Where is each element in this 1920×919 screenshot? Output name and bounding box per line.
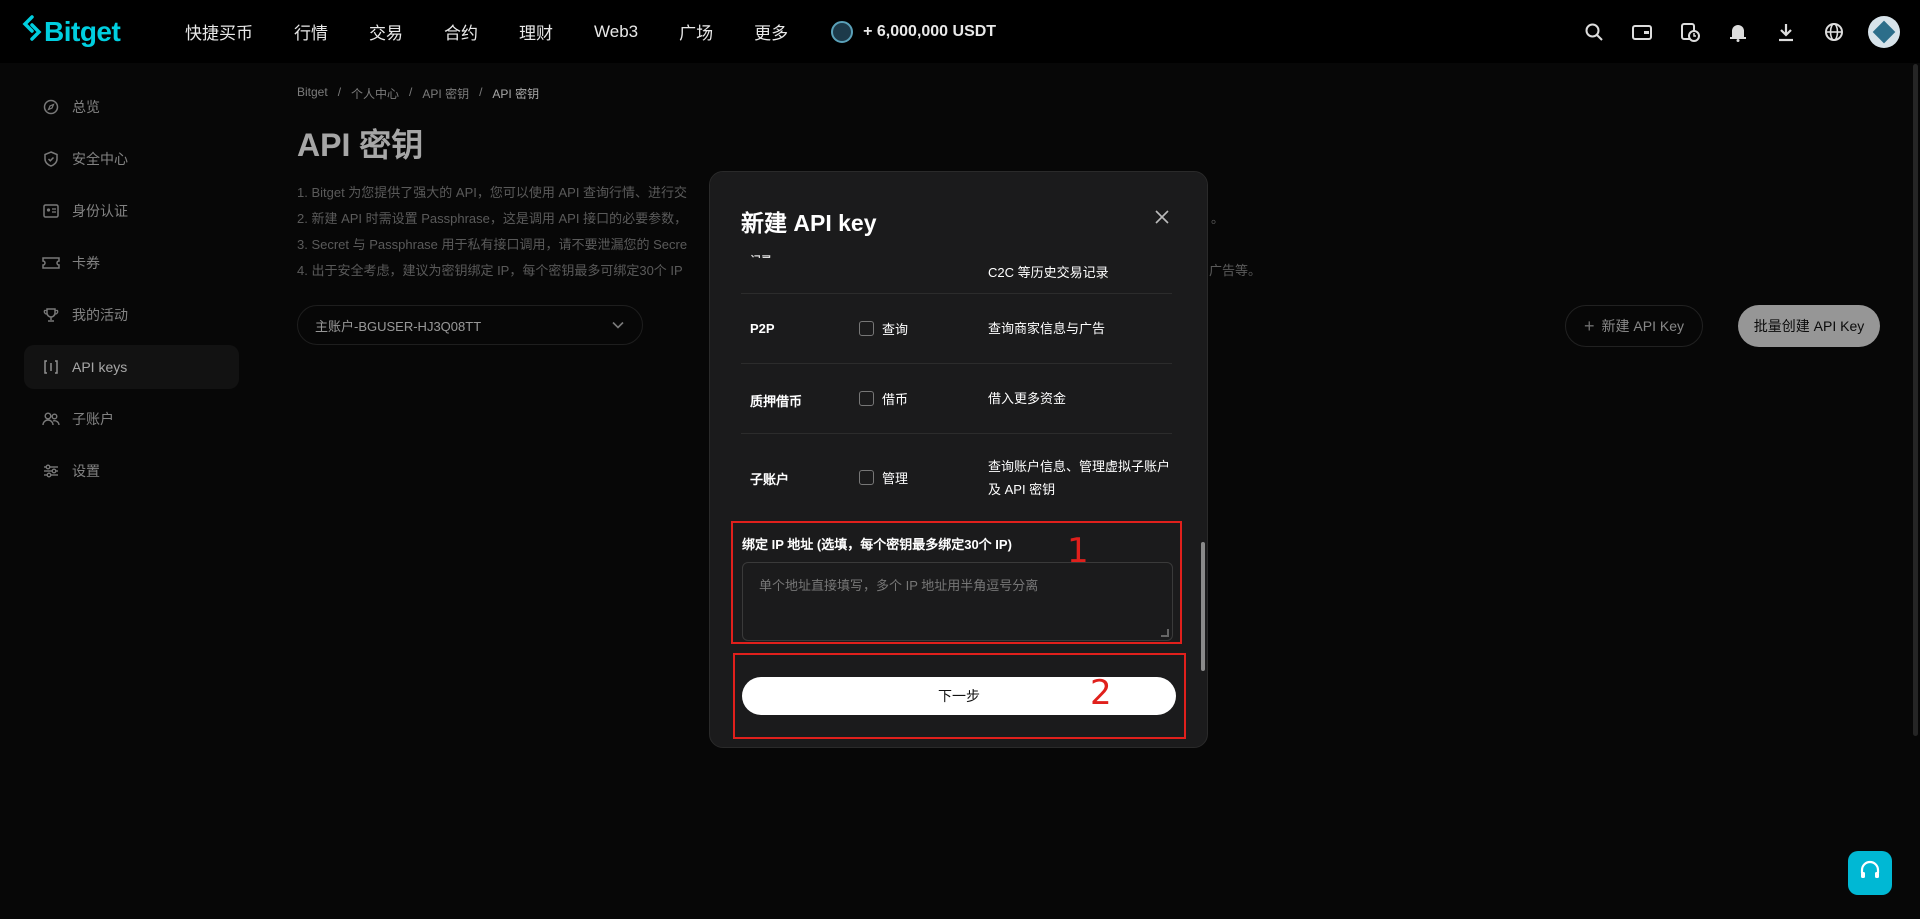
brand-logo[interactable]: Bitget — [22, 14, 162, 49]
table-row: P2P 查询 查询商家信息与广告 — [741, 294, 1172, 364]
row-name: 质押借币 — [750, 394, 803, 409]
annotation-number: 1 — [1067, 531, 1089, 571]
annotation-box-next — [733, 653, 1186, 739]
modal-title: 新建 API key — [741, 210, 877, 236]
top-icons — [1558, 0, 1900, 63]
history-icon[interactable] — [1678, 20, 1702, 44]
promo-text: + 6,000,000 USDT — [863, 22, 997, 40]
row-name-cut: 记录 — [750, 252, 772, 258]
permission-checkbox[interactable]: 查询 — [859, 319, 908, 338]
nav-item-square[interactable]: 广场 — [679, 19, 713, 44]
annotation-box-ip — [731, 521, 1182, 644]
globe-icon[interactable] — [1822, 20, 1846, 44]
promo-badge-icon — [831, 20, 854, 43]
modal-scrollbar[interactable] — [1201, 542, 1205, 671]
nav-item-markets[interactable]: 行情 — [294, 19, 328, 44]
row-desc: 借入更多资金 — [988, 391, 1067, 406]
download-icon[interactable] — [1774, 20, 1798, 44]
close-icon[interactable] — [1153, 208, 1173, 228]
checkbox-box[interactable] — [859, 470, 874, 485]
promo-banner[interactable]: + 6,000,000 USDT — [831, 20, 997, 43]
main-nav: 快捷买币 行情 交易 合约 理财 Web3 广场 更多 + 6,000,000 … — [185, 19, 996, 44]
wallet-icon[interactable] — [1630, 20, 1654, 44]
headset-icon — [1858, 859, 1882, 888]
checkbox-box[interactable] — [859, 321, 874, 336]
top-nav: Bitget 快捷买币 行情 交易 合约 理财 Web3 广场 更多 + 6,0… — [0, 0, 1920, 63]
checkbox-label: 查询 — [882, 322, 909, 337]
checkbox-label: 管理 — [882, 471, 909, 486]
nav-item-trade[interactable]: 交易 — [369, 19, 403, 44]
table-row: 质押借币 借币 借入更多资金 — [741, 364, 1172, 434]
bitget-logo-icon — [22, 14, 42, 49]
annotation-number: 2 — [1090, 673, 1112, 713]
brand-name: Bitget — [44, 15, 121, 47]
row-desc: C2C 等历史交易记录 — [988, 265, 1109, 280]
nav-item-quick-buy[interactable]: 快捷买币 — [185, 19, 253, 44]
row-name: 子账户 — [750, 472, 790, 487]
checkbox-box[interactable] — [859, 391, 874, 406]
row-desc: 查询商家信息与广告 — [988, 321, 1106, 336]
bell-icon[interactable] — [1726, 20, 1750, 44]
nav-item-earn[interactable]: 理财 — [519, 19, 553, 44]
permission-table: 记录 C2C 等历史交易记录 P2P 查询 查询商家信息与广告 质押借币 借币 … — [741, 232, 1172, 522]
avatar[interactable] — [1868, 15, 1900, 48]
table-row: 子账户 管理 查询账户信息、管理虚拟子账户及 API 密钥 — [741, 434, 1172, 522]
row-name: P2P — [750, 321, 775, 336]
nav-item-futures[interactable]: 合约 — [444, 19, 478, 44]
search-icon[interactable] — [1582, 20, 1606, 44]
permission-checkbox[interactable]: 借币 — [859, 389, 908, 408]
permission-checkbox[interactable]: 管理 — [859, 468, 908, 487]
checkbox-label: 借币 — [882, 392, 909, 407]
nav-item-web3[interactable]: Web3 — [594, 22, 638, 42]
customer-support-button[interactable] — [1848, 851, 1892, 895]
nav-item-more[interactable]: 更多 — [754, 19, 788, 44]
row-desc: 查询账户信息、管理虚拟子账户及 API 密钥 — [988, 459, 1171, 497]
